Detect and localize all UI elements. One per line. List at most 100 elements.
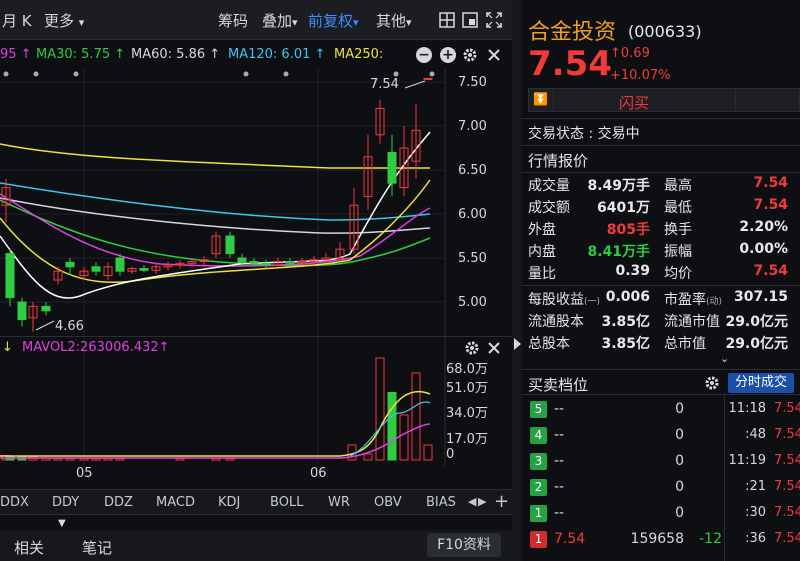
notes-tab[interactable]: 笔记 (82, 537, 112, 558)
adjust-label: 前复权 (308, 12, 354, 30)
tab-boll[interactable]: BOLL (270, 495, 303, 510)
period-selector[interactable]: 月 K (2, 10, 32, 31)
divider (553, 89, 554, 111)
stock-name: 合金投资 (528, 20, 617, 45)
ma-line (0, 143, 430, 169)
volume-axis-label: 34.0万 (446, 406, 488, 421)
fund-label: 每股收益(一) (528, 289, 600, 309)
quote-label: 内盘 (528, 244, 556, 260)
panel-divider[interactable] (512, 0, 522, 561)
marker-dot (3, 71, 9, 77)
price-change: ↑0.69 (610, 46, 650, 61)
minus-icon[interactable]: − (416, 47, 432, 63)
collapse-caret-icon[interactable]: ▼ (58, 518, 66, 529)
candle-body (65, 261, 75, 268)
fund-label-sub: (动) (706, 297, 723, 307)
fund-value: 3.85亿 (601, 314, 650, 330)
volume-bar (399, 414, 409, 461)
fund-label-text: 流通市值 (664, 314, 720, 330)
chart-panel: 月 K 更多 ▾ 筹码 叠加▾ 前复权▾ 其他▾ 95 ↑ MA30: 5.75… (0, 0, 512, 561)
chevron-down-icon[interactable]: ⌄ (720, 352, 729, 365)
candle-body (285, 261, 295, 264)
tick-time: :36 (745, 531, 766, 546)
flash-trade-bar: ⏬ 闪买 (528, 88, 800, 112)
related-tab[interactable]: 相关 (14, 537, 44, 558)
quote-section-title: 行情报价 (528, 152, 589, 170)
level-badge: 1 (530, 505, 547, 522)
gear-icon[interactable] (464, 340, 480, 356)
chips-button[interactable]: 筹码 (218, 10, 248, 31)
quote-value: 0.00% (739, 241, 788, 257)
more-dropdown[interactable]: 更多 ▾ (44, 10, 84, 31)
ma120-label: MA120: 6.01 ↑ (228, 47, 326, 62)
level-price: -- (554, 479, 565, 495)
close-icon[interactable] (486, 340, 502, 356)
fund-label-text: 流通股本 (528, 314, 584, 330)
tab-bias[interactable]: BIAS (426, 495, 456, 510)
quote-label: 振幅 (664, 244, 692, 260)
price-axis-label: 6.00 (458, 207, 487, 222)
tab-macd[interactable]: MACD (156, 495, 195, 510)
orderbook-title: 买卖档位 (528, 376, 589, 394)
level-volume: 0 (675, 505, 684, 521)
caret-right-icon[interactable]: ▶ (478, 495, 486, 508)
expand-icon[interactable] (486, 12, 502, 28)
tick-trades-tab[interactable]: 分时成交 (728, 373, 794, 393)
fund-label-sub: (一) (584, 297, 601, 307)
fund-label-text: 总市值 (664, 336, 706, 352)
ma30-label: MA30: 5.75 ↑ (36, 47, 126, 62)
plus-icon[interactable]: + (440, 47, 456, 63)
divider (522, 172, 800, 173)
tab-ddy[interactable]: DDY (52, 495, 79, 510)
candle-body (237, 257, 247, 263)
kline-chart[interactable] (0, 68, 512, 523)
tick-price: 7.54 (774, 453, 800, 468)
price-change-value: 0.69 (620, 46, 650, 61)
price-axis-label: 5.00 (458, 295, 487, 310)
tick-time: 11:19 (728, 453, 766, 468)
double-chevron-down-icon[interactable]: ⏬ (533, 92, 549, 108)
candle-body (249, 261, 259, 264)
gear-icon[interactable] (462, 47, 482, 67)
quote-label: 外盘 (528, 222, 556, 238)
quote-label: 成交额 (528, 200, 570, 216)
tab-kdj[interactable]: KDJ (218, 495, 240, 510)
marker-dot (33, 71, 39, 77)
volume-axis-label: 51.0万 (446, 381, 488, 396)
tab-obv[interactable]: OBV (374, 495, 402, 510)
flash-buy-button[interactable]: 闪买 (619, 92, 649, 113)
tick-price: 7.54 (774, 427, 800, 442)
fund-label: 市盈率(动) (664, 289, 722, 309)
gear-icon[interactable] (704, 375, 720, 391)
fund-label-text: 市盈率 (664, 292, 706, 308)
caret-left-icon[interactable]: ◀ (468, 495, 476, 508)
price-axis-label: 5.50 (458, 251, 487, 266)
tick-time: :21 (745, 479, 766, 494)
divider (522, 118, 800, 119)
pip-window-icon[interactable] (462, 12, 478, 28)
quote-label: 量比 (528, 266, 556, 282)
add-tab-icon[interactable]: + (494, 491, 509, 512)
mavol1-line (0, 390, 431, 457)
candle-body (261, 262, 271, 266)
other-dropdown[interactable]: 其他▾ (376, 10, 412, 31)
level-volume: 0 (675, 479, 684, 495)
tab-ddz[interactable]: DDZ (104, 495, 133, 510)
f10-button[interactable]: F10资料 (427, 533, 501, 557)
price-change-pct: +10.07% (610, 68, 671, 83)
quote-label: 换手 (664, 222, 692, 238)
tab-wr[interactable]: WR (328, 495, 350, 510)
level-volume: 159658 (630, 531, 684, 547)
low-price-label: 4.66 (55, 319, 84, 334)
adjust-dropdown[interactable]: 前复权▾ (308, 10, 359, 31)
expand-right-icon[interactable] (514, 338, 521, 350)
overlay-dropdown[interactable]: 叠加▾ (262, 10, 298, 31)
quote-label: 最高 (664, 178, 692, 194)
close-icon[interactable] (486, 47, 506, 67)
tick-price: 7.54 (774, 401, 800, 416)
tab-ddx[interactable]: DDX (0, 495, 29, 510)
grid-layout-icon[interactable] (439, 12, 455, 28)
level-delta: -12 (699, 531, 722, 547)
marker-dot (243, 71, 249, 77)
quote-value: 8.41万手 (587, 244, 650, 260)
